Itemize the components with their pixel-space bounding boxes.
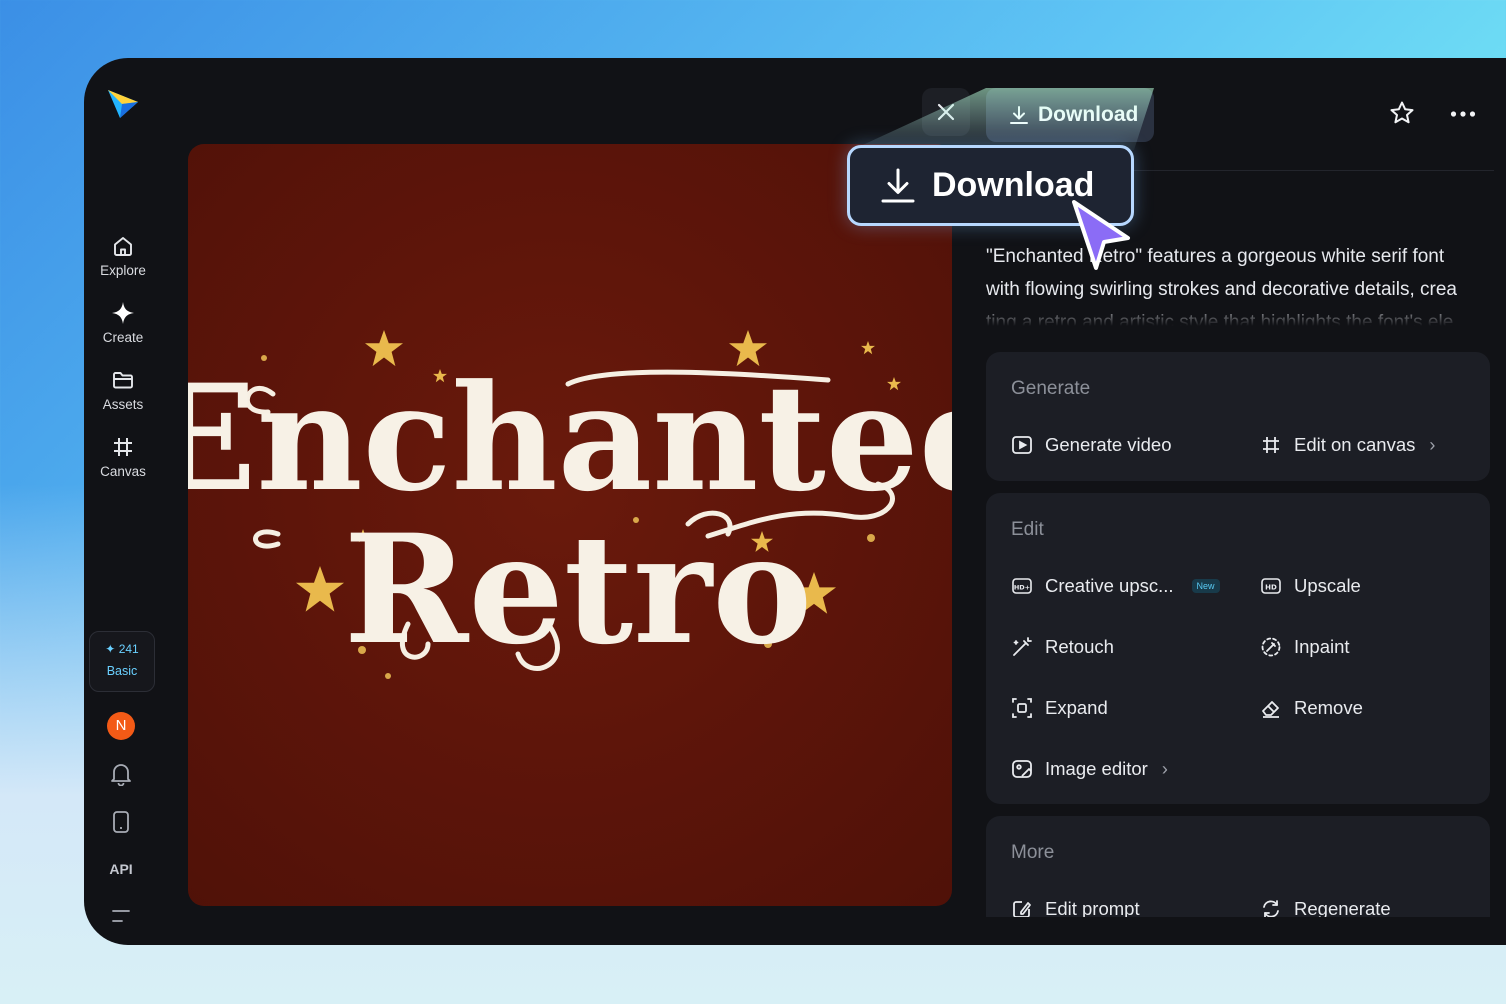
panel-title: More [1011, 842, 1055, 863]
hd-icon: HD [1261, 578, 1281, 594]
sidebar-item-label: Assets [102, 397, 144, 412]
star-decoration [296, 566, 344, 612]
sidebar-item-explore[interactable]: Explore [84, 234, 162, 278]
sidebar-item-label: Create [102, 330, 144, 345]
svg-text:HD+: HD+ [1014, 584, 1030, 592]
download-icon [1010, 106, 1028, 124]
sidebar-item-assets[interactable]: Assets [84, 368, 162, 412]
action-label: Image editor [1045, 758, 1148, 779]
download-button-label: Download [1038, 103, 1139, 126]
credits-count: ✦ 241 [90, 642, 154, 656]
action-label: Edit on canvas [1294, 434, 1416, 455]
chevron-right-icon: › [1429, 434, 1436, 455]
action-label: Expand [1045, 697, 1108, 718]
action-label: Remove [1294, 697, 1363, 718]
artwork-title-line1: Enchanted [188, 353, 952, 524]
credits-badge[interactable]: ✦ 241 Basic [89, 631, 155, 692]
home-icon [114, 237, 132, 256]
action-label: Inpaint [1294, 636, 1350, 657]
edit-prompt-icon [1013, 901, 1031, 917]
artwork-title-line2: Retro [344, 502, 812, 678]
folder-icon [113, 372, 133, 389]
mobile-icon[interactable] [110, 810, 132, 834]
action-label: Edit prompt [1045, 898, 1140, 917]
expand-icon [1012, 698, 1032, 718]
edit-panel: Edit HD+ Creative upsc... New HD Upscale… [986, 493, 1490, 804]
plan-label: Basic [106, 664, 138, 678]
description-line: with flowing swirling strokes and decora… [986, 279, 1457, 300]
play-video-icon [1012, 436, 1032, 454]
new-badge: New [1191, 579, 1220, 593]
menu-icon[interactable] [110, 908, 132, 926]
more-panel: More Edit prompt Regenerate [986, 816, 1490, 917]
magic-wand-icon [1013, 637, 1032, 656]
edit-prompt-button[interactable]: Edit prompt [1011, 898, 1140, 917]
panel-title: Edit [1011, 519, 1044, 540]
image-editor-button[interactable]: Image editor › [1011, 758, 1168, 780]
hd-plus-icon: HD+ [1012, 578, 1032, 594]
generate-panel: Generate Generate video Edit on canvas › [986, 352, 1490, 481]
svg-text:HD: HD [1265, 584, 1277, 592]
canvas-icon [1263, 437, 1279, 453]
panel-title: Generate [1011, 378, 1091, 399]
regenerate-icon [1263, 900, 1279, 917]
generate-video-button[interactable]: Generate video [1011, 434, 1172, 456]
action-label: Retouch [1045, 636, 1114, 657]
regenerate-button[interactable]: Regenerate [1260, 898, 1391, 917]
mouse-cursor-icon [1072, 200, 1130, 270]
download-icon [881, 168, 915, 202]
action-label: Creative upsc... [1045, 575, 1174, 596]
description-line: "Enchanted Retro" features a gorgeous wh… [986, 246, 1445, 267]
description-line: ting a retro and artistic style that hig… [986, 312, 1454, 326]
avatar[interactable]: N [107, 712, 135, 740]
api-link[interactable]: API [84, 861, 158, 877]
remove-button[interactable]: Remove [1260, 697, 1363, 719]
creative-upscale-button[interactable]: HD+ Creative upsc... New [1011, 575, 1220, 597]
credits-count-value: 241 [118, 642, 139, 656]
canvas-icon [114, 438, 132, 456]
inpaint-button[interactable]: Inpaint [1260, 636, 1350, 658]
generated-image[interactable]: Enchanted Retro [188, 144, 952, 906]
edit-on-canvas-button[interactable]: Edit on canvas › [1260, 434, 1435, 456]
expand-button[interactable]: Expand [1011, 697, 1108, 719]
enchanted-retro-artwork: Enchanted Retro [188, 330, 952, 679]
sparkle-icon [112, 302, 134, 324]
image-edit-icon [1012, 760, 1032, 778]
upscale-button[interactable]: HD Upscale [1260, 575, 1361, 597]
inpaint-icon [1261, 637, 1281, 657]
retouch-button[interactable]: Retouch [1011, 636, 1114, 658]
sidebar-item-canvas[interactable]: Canvas [84, 435, 162, 479]
sidebar-item-label: Explore [100, 263, 146, 278]
logo-icon[interactable] [106, 88, 140, 120]
close-button[interactable] [922, 88, 970, 136]
action-label: Generate video [1045, 434, 1172, 455]
sidebar: Explore Create Assets Canvas ✦ 241 Basic… [84, 58, 162, 945]
download-button[interactable]: Download [986, 88, 1154, 142]
sparkle-small-icon: ✦ [105, 642, 116, 656]
action-label: Regenerate [1294, 898, 1391, 917]
close-icon [937, 103, 955, 121]
eraser-icon [1262, 701, 1279, 718]
sidebar-item-label: Canvas [100, 464, 146, 479]
image-description: "Enchanted Retro" features a gorgeous wh… [986, 240, 1496, 326]
star-favorite-icon[interactable] [1389, 100, 1415, 126]
bell-icon[interactable] [110, 762, 132, 786]
action-label: Upscale [1294, 575, 1361, 596]
more-options-icon[interactable] [1450, 110, 1476, 118]
sidebar-item-create[interactable]: Create [84, 301, 162, 345]
chevron-right-icon: › [1161, 758, 1168, 779]
